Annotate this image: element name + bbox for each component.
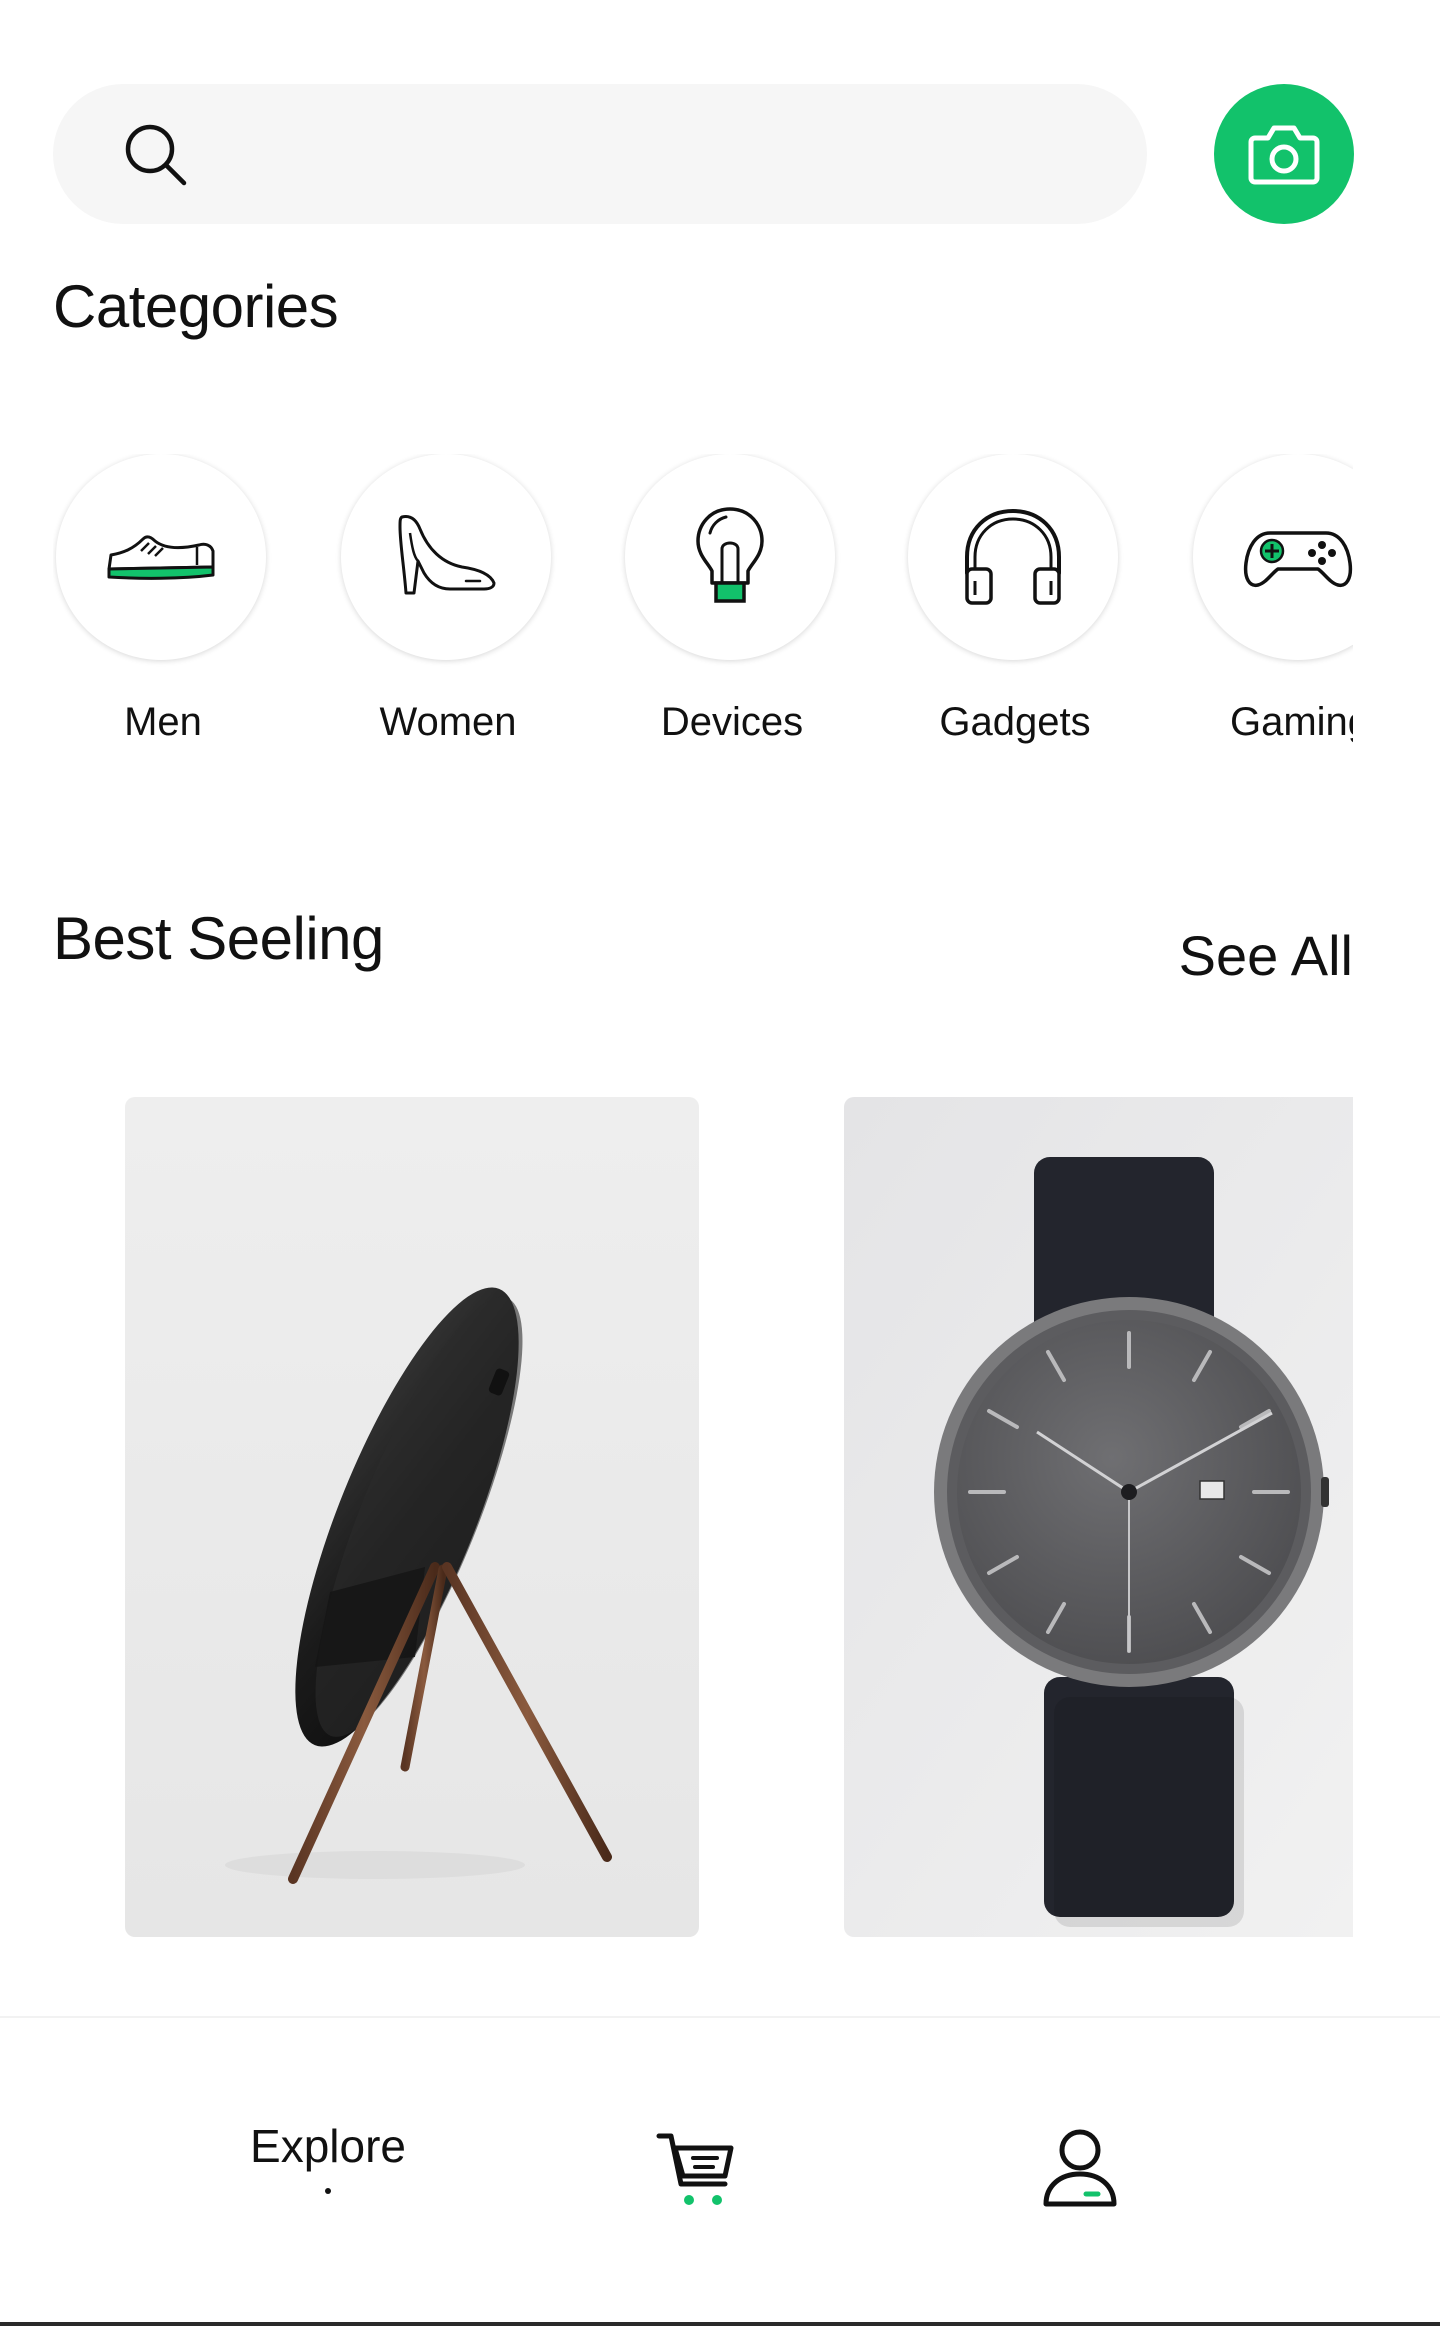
- nav-explore-label: Explore: [250, 2120, 406, 2172]
- search-input[interactable]: [223, 114, 1107, 196]
- gamepad-icon: [1243, 531, 1353, 588]
- category-label: Women: [379, 700, 517, 744]
- category-label: Men: [124, 700, 202, 744]
- category-label: Devices: [660, 700, 804, 744]
- speaker-product-image: [125, 1097, 699, 1937]
- categories-title: Categories: [53, 273, 339, 340]
- profile-icon[interactable]: [1040, 2126, 1120, 2210]
- category-circle: [625, 454, 835, 660]
- sneaker-icon: [107, 535, 215, 580]
- category-label: Gadgets: [939, 700, 1091, 744]
- watch-product-image: [844, 1097, 1353, 1937]
- search-bar[interactable]: [53, 84, 1147, 224]
- camera-search-button[interactable]: [1214, 84, 1354, 224]
- category-women[interactable]: Women: [341, 454, 555, 774]
- bottom-navigation: Explore: [0, 2016, 1440, 2328]
- cart-icon[interactable]: [655, 2128, 739, 2212]
- active-indicator-dot: [325, 2188, 331, 2194]
- categories-carousel[interactable]: Men Women Devices Gadgets Gamin: [53, 454, 1353, 774]
- category-men[interactable]: Men: [56, 454, 270, 774]
- best-selling-title: Best Seeling: [53, 905, 384, 972]
- nav-explore-tab[interactable]: Explore: [200, 2118, 456, 2238]
- category-gaming[interactable]: Gaming: [1193, 454, 1353, 774]
- category-circle: [56, 454, 266, 660]
- see-all-link[interactable]: See All: [1179, 923, 1353, 988]
- home-indicator-bar: [0, 2322, 1440, 2326]
- category-circle: [908, 454, 1118, 660]
- product-card-speaker[interactable]: [125, 1097, 699, 1937]
- category-gadgets[interactable]: Gadgets: [908, 454, 1122, 774]
- headphones-icon: [965, 508, 1061, 605]
- category-circle: [341, 454, 551, 660]
- camera-icon: [1248, 125, 1320, 185]
- category-devices[interactable]: Devices: [625, 454, 839, 774]
- category-label: Gaming: [1229, 700, 1353, 744]
- high-heel-icon: [398, 515, 496, 595]
- category-circle: [1193, 454, 1353, 660]
- lightbulb-icon: [696, 507, 764, 603]
- search-icon: [125, 124, 187, 186]
- product-card-watch[interactable]: [844, 1097, 1353, 1937]
- best-selling-carousel[interactable]: [125, 1097, 1353, 1937]
